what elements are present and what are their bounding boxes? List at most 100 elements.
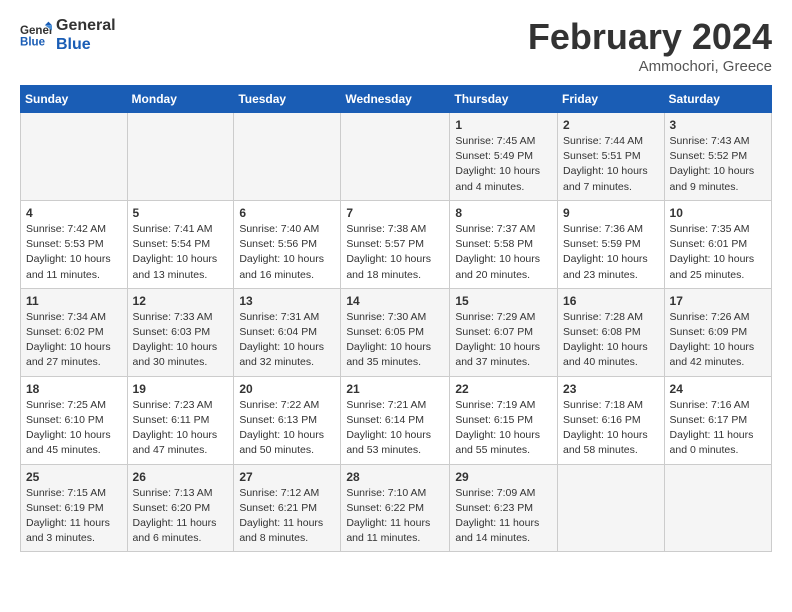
day-cell [21,113,128,201]
day-cell: 21 Sunrise: 7:21 AMSunset: 6:14 PMDayligh… [341,376,450,464]
day-number: 27 [239,470,335,484]
day-detail: Sunrise: 7:13 AMSunset: 6:20 PMDaylight:… [133,486,229,547]
calendar-table: SundayMondayTuesdayWednesdayThursdayFrid… [20,85,772,552]
week-row-2: 4Sunrise: 7:42 AMSunset: 5:53 PMDaylight… [21,200,772,288]
day-cell: 10 Sunrise: 7:35 AMSunset: 6:01 PMDayligh… [664,200,771,288]
day-cell: 28 Sunrise: 7:10 AMSunset: 6:22 PMDayligh… [341,464,450,552]
day-number: 22 [455,382,552,396]
day-detail: Sunrise: 7:23 AMSunset: 6:11 PMDaylight:… [133,398,229,459]
day-detail: Sunrise: 7:21 AMSunset: 6:14 PMDaylight:… [346,398,444,459]
page-header: General Blue General Blue February 2024 … [20,16,772,75]
day-detail: Sunrise: 7:35 AMSunset: 6:01 PMDaylight:… [670,222,766,283]
day-detail: Sunrise: 7:31 AMSunset: 6:04 PMDaylight:… [239,310,335,371]
day-cell: 13 Sunrise: 7:31 AMSunset: 6:04 PMDayligh… [234,288,341,376]
calendar-title: February 2024 [528,16,772,58]
day-cell: 22 Sunrise: 7:19 AMSunset: 6:15 PMDayligh… [450,376,558,464]
day-number: 12 [133,294,229,308]
day-cell: 12 Sunrise: 7:33 AMSunset: 6:03 PMDayligh… [127,288,234,376]
calendar-header-row: SundayMondayTuesdayWednesdayThursdayFrid… [21,86,772,113]
day-number: 21 [346,382,444,396]
day-number: 25 [26,470,122,484]
day-detail: Sunrise: 7:36 AMSunset: 5:59 PMDaylight:… [563,222,659,283]
day-number: 28 [346,470,444,484]
day-cell [234,113,341,201]
day-detail: Sunrise: 7:41 AMSunset: 5:54 PMDaylight:… [133,222,229,283]
header-monday: Monday [127,86,234,113]
day-number: 8 [455,206,552,220]
day-number: 20 [239,382,335,396]
day-detail: Sunrise: 7:19 AMSunset: 6:15 PMDaylight:… [455,398,552,459]
day-detail: Sunrise: 7:44 AMSunset: 5:51 PMDaylight:… [563,134,659,195]
day-detail: Sunrise: 7:33 AMSunset: 6:03 PMDaylight:… [133,310,229,371]
day-cell: 4Sunrise: 7:42 AMSunset: 5:53 PMDaylight… [21,200,128,288]
day-cell: 27Sunrise: 7:12 AMSunset: 6:21 PMDayligh… [234,464,341,552]
day-number: 15 [455,294,552,308]
day-cell: 20 Sunrise: 7:22 AMSunset: 6:13 PMDayligh… [234,376,341,464]
header-thursday: Thursday [450,86,558,113]
day-detail: Sunrise: 7:34 AMSunset: 6:02 PMDaylight:… [26,310,122,371]
day-detail: Sunrise: 7:10 AMSunset: 6:22 PMDaylight:… [346,486,444,547]
week-row-5: 25 Sunrise: 7:15 AMSunset: 6:19 PMDayligh… [21,464,772,552]
day-cell [127,113,234,201]
title-block: February 2024 Ammochori, Greece [528,16,772,75]
day-cell: 26 Sunrise: 7:13 AMSunset: 6:20 PMDayligh… [127,464,234,552]
day-cell: 15 Sunrise: 7:29 AMSunset: 6:07 PMDayligh… [450,288,558,376]
logo-icon: General Blue [20,21,52,49]
day-cell: 5 Sunrise: 7:41 AMSunset: 5:54 PMDaylight… [127,200,234,288]
day-number: 23 [563,382,659,396]
logo-blue: Blue [56,35,116,54]
day-number: 3 [670,118,766,132]
day-detail: Sunrise: 7:09 AMSunset: 6:23 PMDaylight:… [455,486,552,547]
day-number: 5 [133,206,229,220]
svg-text:Blue: Blue [20,37,46,49]
day-number: 2 [563,118,659,132]
day-number: 10 [670,206,766,220]
day-cell: 3 Sunrise: 7:43 AMSunset: 5:52 PMDaylight… [664,113,771,201]
day-cell: 14 Sunrise: 7:30 AMSunset: 6:05 PMDayligh… [341,288,450,376]
day-detail: Sunrise: 7:30 AMSunset: 6:05 PMDaylight:… [346,310,444,371]
day-detail: Sunrise: 7:28 AMSunset: 6:08 PMDaylight:… [563,310,659,371]
day-number: 26 [133,470,229,484]
day-cell: 6 Sunrise: 7:40 AMSunset: 5:56 PMDaylight… [234,200,341,288]
day-cell: 23 Sunrise: 7:18 AMSunset: 6:16 PMDayligh… [558,376,665,464]
day-detail: Sunrise: 7:25 AMSunset: 6:10 PMDaylight:… [26,398,122,459]
day-cell: 16 Sunrise: 7:28 AMSunset: 6:08 PMDayligh… [558,288,665,376]
week-row-4: 18Sunrise: 7:25 AMSunset: 6:10 PMDayligh… [21,376,772,464]
calendar-subtitle: Ammochori, Greece [528,58,772,75]
day-detail: Sunrise: 7:29 AMSunset: 6:07 PMDaylight:… [455,310,552,371]
day-detail: Sunrise: 7:43 AMSunset: 5:52 PMDaylight:… [670,134,766,195]
day-detail: Sunrise: 7:18 AMSunset: 6:16 PMDaylight:… [563,398,659,459]
day-detail: Sunrise: 7:42 AMSunset: 5:53 PMDaylight:… [26,222,122,283]
header-saturday: Saturday [664,86,771,113]
day-number: 29 [455,470,552,484]
day-cell: 8 Sunrise: 7:37 AMSunset: 5:58 PMDaylight… [450,200,558,288]
day-detail: Sunrise: 7:26 AMSunset: 6:09 PMDaylight:… [670,310,766,371]
day-detail: Sunrise: 7:37 AMSunset: 5:58 PMDaylight:… [455,222,552,283]
day-detail: Sunrise: 7:40 AMSunset: 5:56 PMDaylight:… [239,222,335,283]
day-cell: 19 Sunrise: 7:23 AMSunset: 6:11 PMDayligh… [127,376,234,464]
day-detail: Sunrise: 7:15 AMSunset: 6:19 PMDaylight:… [26,486,122,547]
day-detail: Sunrise: 7:38 AMSunset: 5:57 PMDaylight:… [346,222,444,283]
day-number: 19 [133,382,229,396]
day-detail: Sunrise: 7:45 AMSunset: 5:49 PMDaylight:… [455,134,552,195]
header-friday: Friday [558,86,665,113]
day-cell: 29 Sunrise: 7:09 AMSunset: 6:23 PMDayligh… [450,464,558,552]
logo: General Blue General Blue [20,16,116,54]
header-tuesday: Tuesday [234,86,341,113]
day-cell: 24Sunrise: 7:16 AMSunset: 6:17 PMDayligh… [664,376,771,464]
day-number: 16 [563,294,659,308]
day-number: 24 [670,382,766,396]
week-row-1: 1 Sunrise: 7:45 AMSunset: 5:49 PMDaylight… [21,113,772,201]
day-number: 6 [239,206,335,220]
logo-general: General [56,16,116,35]
day-cell: 18Sunrise: 7:25 AMSunset: 6:10 PMDayligh… [21,376,128,464]
day-cell [341,113,450,201]
day-number: 9 [563,206,659,220]
day-cell: 17Sunrise: 7:26 AMSunset: 6:09 PMDayligh… [664,288,771,376]
day-number: 1 [455,118,552,132]
day-cell: 7Sunrise: 7:38 AMSunset: 5:57 PMDaylight… [341,200,450,288]
header-wednesday: Wednesday [341,86,450,113]
day-number: 13 [239,294,335,308]
day-detail: Sunrise: 7:22 AMSunset: 6:13 PMDaylight:… [239,398,335,459]
day-number: 14 [346,294,444,308]
